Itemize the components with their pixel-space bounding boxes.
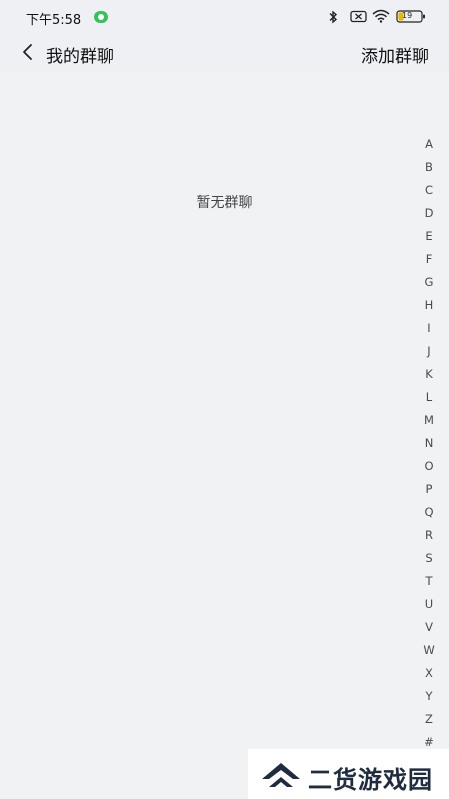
alpha-index-letter[interactable]: S (425, 547, 432, 570)
alpha-index-letter[interactable]: L (426, 386, 432, 409)
alpha-index-letter[interactable]: O (424, 455, 433, 478)
alpha-index-letter[interactable]: D (425, 202, 434, 225)
alpha-index-letter[interactable]: R (425, 524, 433, 547)
alpha-index-letter[interactable]: Q (424, 501, 433, 524)
alpha-index-letter[interactable]: A (425, 133, 433, 156)
alpha-index-letter[interactable]: K (425, 363, 433, 386)
empty-state-message: 暂无群聊 (196, 195, 253, 211)
alpha-index-letter[interactable]: P (426, 478, 433, 501)
alphabet-index[interactable]: A B C D E F G H I J K L M N O P Q R S T U V W X Y Z # (419, 133, 439, 753)
alpha-index-letter[interactable]: I (427, 317, 430, 340)
no-sim-icon (350, 10, 367, 23)
status-time: 下午5:58 (26, 13, 82, 28)
page-title: 我的群聊 (46, 47, 114, 67)
alpha-index-letter[interactable]: W (423, 639, 434, 662)
alpha-index-letter[interactable]: E (425, 225, 432, 248)
watermark: 二货游戏园 (248, 749, 449, 799)
watermark-logo-icon (262, 763, 300, 787)
header: 我的群聊 添加群聊 (0, 34, 449, 72)
alpha-index-letter[interactable]: F (426, 248, 433, 271)
status-bar: 下午5:58 19 (0, 0, 449, 34)
wifi-icon (372, 9, 390, 23)
group-list-area: 暂无群聊 (0, 72, 449, 799)
alpha-index-letter[interactable]: J (427, 340, 430, 363)
alpha-index-letter[interactable]: G (425, 271, 434, 294)
alpha-index-letter[interactable]: B (425, 156, 433, 179)
alpha-index-letter[interactable]: N (425, 432, 434, 455)
add-group-button[interactable]: 添加群聊 (361, 42, 429, 67)
alpha-index-letter[interactable]: Y (425, 685, 432, 708)
alpha-index-letter[interactable]: M (424, 409, 434, 432)
alpha-index-letter[interactable]: H (425, 294, 434, 317)
alpha-index-letter[interactable]: X (425, 662, 433, 685)
alpha-index-letter[interactable]: V (425, 616, 433, 639)
alpha-index-letter[interactable]: Z (425, 708, 433, 731)
back-arrow-icon[interactable] (18, 42, 38, 62)
alpha-index-letter[interactable]: T (425, 570, 432, 593)
alpha-index-letter[interactable]: U (425, 593, 433, 616)
alpha-index-letter[interactable]: C (425, 179, 433, 202)
status-indicator-icon (94, 11, 108, 23)
bluetooth-icon (329, 10, 338, 24)
watermark-text: 二货游戏园 (308, 766, 433, 794)
battery-level: 19 (402, 11, 413, 20)
